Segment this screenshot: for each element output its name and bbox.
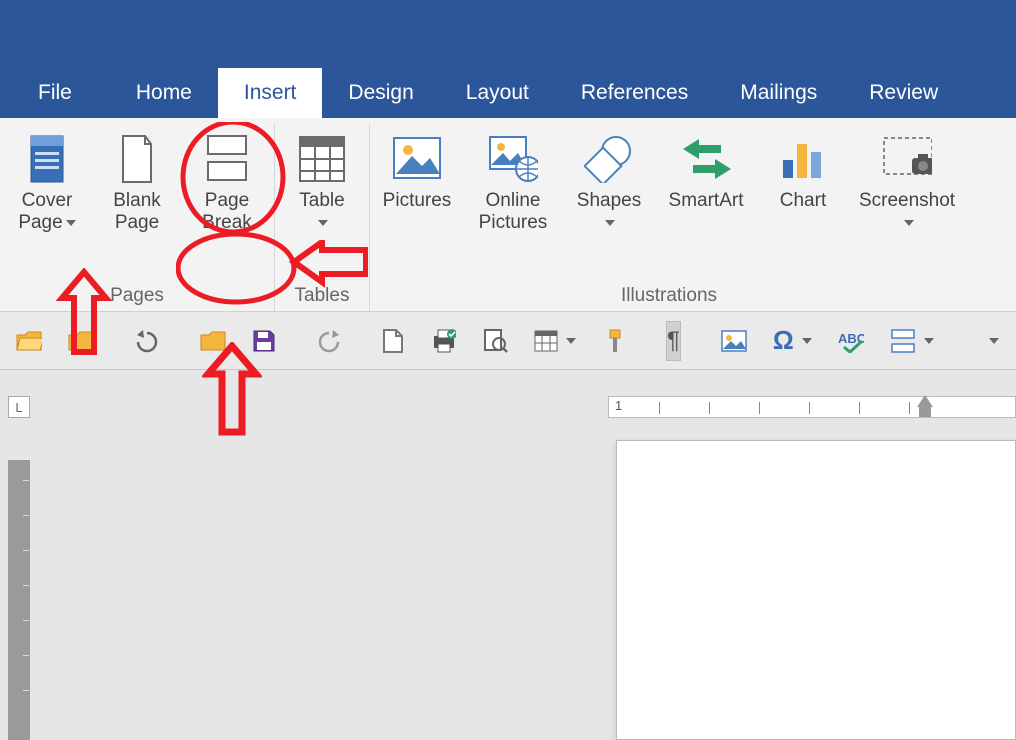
- group-illustrations: Pictures Online Pictures Shapes SmartArt: [370, 124, 968, 311]
- indent-marker-icon[interactable]: [917, 395, 933, 407]
- breaks-icon[interactable]: [890, 328, 916, 354]
- pictures-icon: [392, 134, 442, 184]
- tab-review[interactable]: Review: [843, 68, 964, 118]
- pictures-label: Pictures: [383, 190, 452, 212]
- shapes-icon: [584, 134, 634, 184]
- save-icon[interactable]: [252, 328, 276, 354]
- group-tables: Table Tables: [275, 124, 370, 311]
- screenshot-icon: +: [882, 134, 932, 184]
- spellcheck-icon[interactable]: ABC: [838, 328, 864, 354]
- document-workspace: L 1: [0, 370, 1016, 740]
- cover-page-icon: [22, 134, 72, 184]
- shapes-button[interactable]: Shapes: [568, 128, 650, 234]
- screenshot-label: Screenshot: [859, 190, 955, 211]
- chart-label: Chart: [780, 190, 826, 212]
- smartart-label: SmartArt: [669, 190, 744, 212]
- ribbon-insert: Cover Page Blank Page Page Break Pages: [0, 118, 1016, 312]
- screenshot-button[interactable]: + Screenshot: [852, 128, 962, 234]
- new-document-icon[interactable]: [382, 328, 404, 354]
- title-bar: [0, 0, 1016, 68]
- show-formatting-icon[interactable]: ¶: [666, 321, 681, 361]
- picture-icon[interactable]: [721, 328, 747, 354]
- vertical-ruler[interactable]: [8, 460, 30, 740]
- tab-design[interactable]: Design: [322, 68, 439, 118]
- tab-mailings[interactable]: Mailings: [714, 68, 843, 118]
- quick-access-toolbar: ¶ Ω ABC: [0, 312, 1016, 370]
- tab-insert[interactable]: Insert: [218, 68, 323, 118]
- page-break-icon: [202, 134, 252, 184]
- blank-page-icon: [112, 134, 162, 184]
- dropdown-icon[interactable]: [802, 338, 812, 344]
- customize-dropdown-icon[interactable]: [989, 338, 999, 344]
- pictures-button[interactable]: Pictures: [376, 128, 458, 212]
- print-preview-icon[interactable]: [482, 328, 508, 354]
- chart-icon: [778, 134, 828, 184]
- recent-files-icon[interactable]: [68, 328, 94, 354]
- open-icon[interactable]: [16, 328, 42, 354]
- symbol-icon[interactable]: Ω: [773, 328, 794, 354]
- dropdown-icon[interactable]: [924, 338, 934, 344]
- insert-table-icon[interactable]: [534, 328, 558, 354]
- ruler-corner[interactable]: L: [8, 396, 30, 418]
- group-tables-label: Tables: [295, 283, 350, 311]
- smartart-button[interactable]: SmartArt: [658, 128, 754, 212]
- dropdown-icon: [904, 220, 914, 226]
- online-pictures-button[interactable]: Online Pictures: [466, 128, 560, 234]
- tab-home[interactable]: Home: [110, 68, 218, 118]
- indent-marker-icon[interactable]: [919, 407, 931, 417]
- quick-print-icon[interactable]: [430, 328, 456, 354]
- dropdown-icon[interactable]: [566, 338, 576, 344]
- online-pictures-icon: [488, 134, 538, 184]
- dropdown-icon: [605, 220, 615, 226]
- page-break-button[interactable]: Page Break: [186, 128, 268, 234]
- dropdown-icon: [318, 220, 328, 226]
- group-pages: Cover Page Blank Page Page Break Pages: [0, 124, 275, 311]
- dropdown-icon: [66, 220, 76, 226]
- horizontal-ruler[interactable]: 1: [608, 396, 1016, 418]
- blank-page-label: Blank Page: [113, 190, 161, 234]
- group-illustrations-label: Illustrations: [621, 283, 717, 311]
- undo-icon[interactable]: [134, 328, 160, 354]
- group-pages-label: Pages: [110, 283, 164, 311]
- table-button[interactable]: Table: [281, 128, 363, 234]
- table-icon: [297, 134, 347, 184]
- chart-button[interactable]: Chart: [762, 128, 844, 212]
- cover-page-button[interactable]: Cover Page: [6, 128, 88, 234]
- blank-page-button[interactable]: Blank Page: [96, 128, 178, 234]
- ruler-number: 1: [615, 398, 622, 413]
- table-label: Table: [299, 190, 344, 211]
- online-pictures-label: Online Pictures: [479, 190, 548, 234]
- tab-layout[interactable]: Layout: [440, 68, 555, 118]
- document-page[interactable]: [616, 440, 1016, 740]
- tab-references[interactable]: References: [555, 68, 714, 118]
- smartart-icon: [681, 134, 731, 184]
- format-painter-icon[interactable]: [602, 328, 626, 354]
- folder-icon[interactable]: [200, 328, 226, 354]
- page-break-label: Page Break: [202, 190, 252, 234]
- cover-page-label: Cover Page: [18, 190, 72, 233]
- tab-file[interactable]: File: [0, 68, 110, 118]
- ribbon-tabs: File Home Insert Design Layout Reference…: [0, 68, 1016, 118]
- shapes-label: Shapes: [577, 190, 641, 211]
- redo-icon[interactable]: [316, 328, 342, 354]
